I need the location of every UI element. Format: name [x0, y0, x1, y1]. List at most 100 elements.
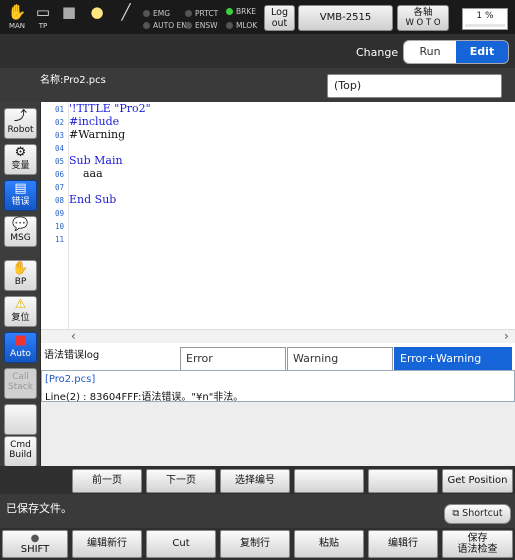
- horizontal-scrollbar[interactable]: ‹ ›: [41, 329, 515, 343]
- mlok-label: MLOK: [236, 21, 258, 30]
- prtct-led: [185, 10, 192, 17]
- line-number: 11: [55, 235, 65, 244]
- call-stack-button[interactable]: Call Stack: [4, 368, 37, 399]
- edit-mode-button[interactable]: Edit: [456, 41, 508, 63]
- shift-button[interactable]: ● SHIFT: [2, 530, 68, 558]
- code-line[interactable]: '!TITLE "Pro2": [69, 102, 151, 115]
- line-number: 07: [55, 183, 65, 192]
- teach-pendant-icon[interactable]: ▭ TP: [30, 2, 56, 32]
- status-bar: 已保存文件。: [0, 494, 515, 528]
- run-mode-button[interactable]: Run: [404, 41, 456, 63]
- save-syntax-check-button[interactable]: 保存 语法检查: [442, 530, 513, 558]
- shift-dot-icon: ●: [30, 533, 40, 544]
- function-select-field[interactable]: (Top): [327, 74, 502, 98]
- prtct-indicator: PRTCT: [185, 8, 218, 19]
- logout-label-line2: out: [271, 18, 288, 29]
- reset-button[interactable]: ⚠ 复位: [4, 296, 37, 327]
- error-label: 错误: [11, 197, 30, 207]
- wrench-icon[interactable]: ╱: [113, 2, 139, 32]
- line-number: 01: [55, 105, 65, 114]
- edit-new-line-button[interactable]: 编辑新行: [72, 530, 142, 558]
- tab-error-warning[interactable]: Error+Warning: [394, 347, 512, 370]
- speed-bar: [465, 24, 505, 27]
- run-edit-toggle[interactable]: Run Edit: [403, 40, 509, 64]
- auto-en-indicator: AUTO EN: [143, 20, 187, 31]
- variable-button[interactable]: ⚙ 变量: [4, 144, 37, 175]
- tab-warning[interactable]: Warning: [287, 347, 393, 370]
- blank-sidebar-button[interactable]: [4, 404, 37, 435]
- axis-label-line1: 各轴: [413, 7, 433, 18]
- shift-label: SHIFT: [20, 544, 50, 555]
- auto-button[interactable]: ■ Auto: [4, 332, 37, 363]
- logout-button[interactable]: Log out: [264, 5, 295, 31]
- left-sidebar: ⤴ Robot ⚙ 变量 ▤ 错误 💬 MSG ✋ BP ⚠ 复位 ■ Auto Call St…: [0, 102, 40, 467]
- log-file-name: [Pro2.pcs]: [45, 374, 96, 385]
- prev-page-button[interactable]: 前一页: [72, 469, 142, 493]
- gear-icon: ⚙: [14, 145, 27, 160]
- auto-icon: ■: [14, 333, 27, 348]
- tab-error[interactable]: Error: [180, 347, 286, 370]
- log-entry[interactable]: [Pro2.pcs] Line(2) : 83604FFF:语法错误。"¥n"非…: [41, 370, 515, 403]
- scroll-left-icon[interactable]: ‹: [71, 329, 76, 343]
- line-number: 08: [55, 196, 65, 205]
- code-line[interactable]: End Sub: [69, 193, 116, 206]
- auto-label: Auto: [10, 349, 31, 359]
- robot-button[interactable]: ⤴ Robot: [4, 108, 37, 139]
- robot-arm-icon: ⤴: [13, 109, 27, 124]
- msg-button[interactable]: 💬 MSG: [4, 216, 37, 247]
- hand-icon: ✋: [12, 261, 29, 276]
- code-line[interactable]: #Warning: [69, 128, 125, 141]
- code-line[interactable]: #include: [69, 115, 119, 128]
- stop-square-icon[interactable]: ■: [56, 2, 82, 32]
- log-tab-bar: 语法错误log Error Warning Error+Warning: [41, 343, 515, 370]
- edit-line-button[interactable]: 编辑行: [368, 530, 438, 558]
- cmd-build-label-1: Cmd: [10, 440, 31, 450]
- ensw-label: ENSW: [195, 21, 218, 30]
- scroll-right-icon[interactable]: ›: [504, 329, 509, 343]
- man-icon-label: MAN: [8, 22, 26, 30]
- document-icon: ▤: [14, 181, 27, 196]
- mlok-indicator: MLOK: [226, 20, 257, 31]
- call-stack-label-1: Call: [12, 372, 29, 382]
- cut-button[interactable]: Cut: [146, 530, 216, 558]
- reset-label: 复位: [11, 313, 30, 323]
- shortcut-icon: ⧉: [452, 508, 463, 519]
- axis-mode-button[interactable]: 各轴 W O T O: [397, 5, 449, 31]
- logout-label-line1: Log: [271, 7, 288, 18]
- function-key-blank-1[interactable]: [294, 469, 364, 493]
- robot-select-button[interactable]: VMB-2515: [298, 5, 393, 31]
- error-button[interactable]: ▤ 错误: [4, 180, 37, 211]
- shortcut-label: Shortcut: [462, 508, 503, 519]
- variable-label: 变量: [11, 161, 30, 171]
- copy-line-button[interactable]: 复制行: [220, 530, 290, 558]
- man-icon[interactable]: ✋ MAN: [4, 2, 30, 32]
- get-position-button[interactable]: Get Position: [442, 469, 513, 493]
- breakpoint-button[interactable]: ✋ BP: [4, 260, 37, 291]
- save-label: 保存: [467, 533, 488, 544]
- next-page-button[interactable]: 下一页: [146, 469, 216, 493]
- code-editor[interactable]: 01 '!TITLE "Pro2" 02 #include 03 #Warnin…: [41, 102, 515, 329]
- axis-label-line2: W O T O: [405, 18, 441, 28]
- lamp-icon[interactable]: ●: [84, 2, 110, 32]
- code-line[interactable]: Sub Main: [69, 154, 123, 167]
- prtct-label: PRTCT: [195, 9, 219, 18]
- code-line[interactable]: aaa: [69, 167, 103, 180]
- brke-label: BRKE: [236, 7, 257, 16]
- program-name: 名称:Pro2.pcs: [40, 75, 106, 86]
- tp-icon-label: TP: [38, 22, 48, 30]
- shortcut-button[interactable]: ⧉ Shortcut: [444, 504, 511, 524]
- line-number: 06: [55, 170, 65, 179]
- paste-button[interactable]: 粘贴: [294, 530, 364, 558]
- brke-indicator: BRKE: [226, 6, 256, 17]
- cmd-build-button[interactable]: Cmd Build: [4, 436, 37, 467]
- emg-indicator: EMG: [143, 8, 170, 19]
- status-message: 已保存文件。: [6, 502, 72, 515]
- syntax-check-label: 语法检查: [457, 544, 498, 555]
- select-number-button[interactable]: 选择编号: [220, 469, 290, 493]
- line-number: 05: [55, 157, 65, 166]
- robot-label: Robot: [7, 125, 34, 135]
- speech-bubble-icon: 💬: [12, 217, 29, 232]
- function-key-blank-2[interactable]: [368, 469, 438, 493]
- speed-indicator[interactable]: 1 %: [462, 8, 508, 30]
- emg-led: [143, 10, 150, 17]
